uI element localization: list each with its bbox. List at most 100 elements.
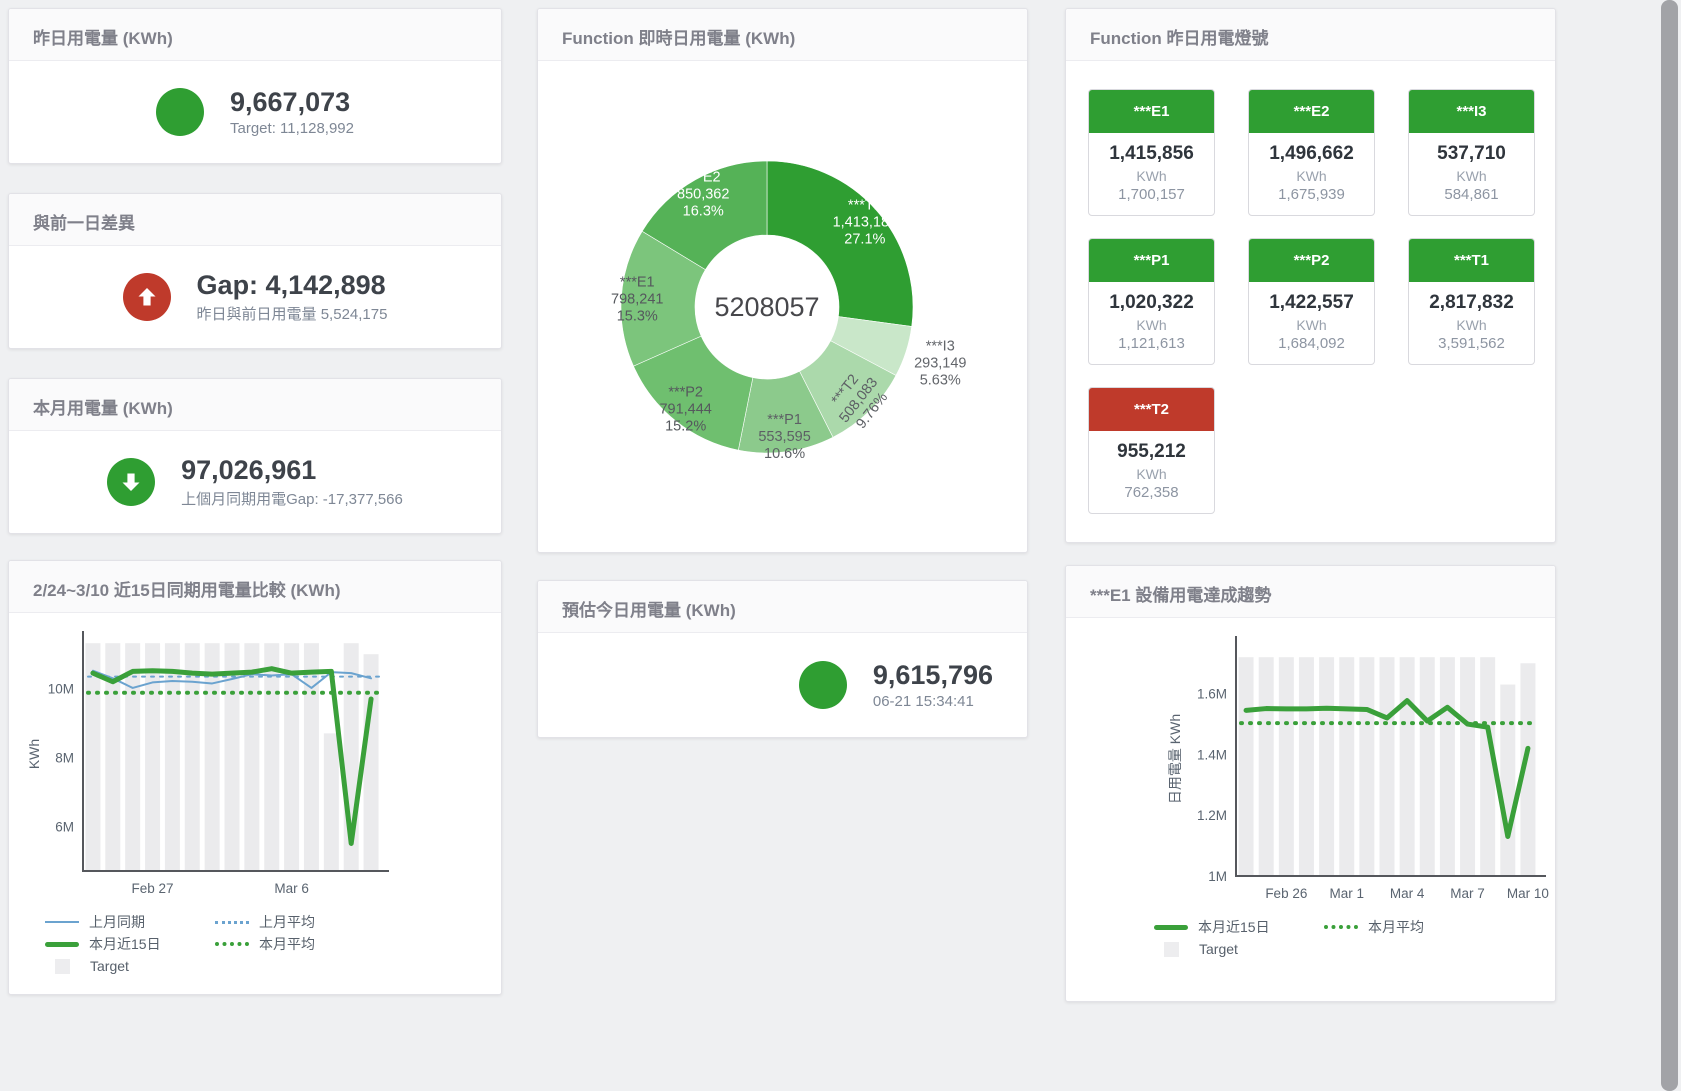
tile-unit: KWh <box>1409 317 1534 333</box>
svg-text:1M: 1M <box>1208 869 1227 884</box>
card-15day-comparison: 2/24~3/10 近15日同期用電量比較 (KWh) 6M 8M 10M Feb 2… <box>8 560 502 995</box>
card-realtime-donut: Function 即時日用電量 (KWh) ***T11,413,18327.1… <box>537 8 1028 553</box>
line-green-thick-swatch <box>1154 925 1188 930</box>
legend-item[interactable]: Target <box>45 955 215 977</box>
legend-item[interactable]: Target <box>1154 938 1324 960</box>
card-yesterday-usage: 昨日用電量 (KWh) 9,667,073 Target: 11,128,992 <box>8 8 502 164</box>
tile-target: 1,684,092 <box>1249 335 1374 352</box>
card-title: 2/24~3/10 近15日同期用電量比較 (KWh) <box>9 561 501 613</box>
status-tile-T1[interactable]: ***T1 2,817,832 KWh 3,591,562 <box>1408 238 1535 365</box>
status-tile-E2[interactable]: ***E21,496,662KWh1,675,939 <box>1248 89 1375 216</box>
donut-chart[interactable]: ***T11,413,18327.1%***I3293,1495.63%***T… <box>548 95 1018 515</box>
card-title: ***E1 設備用電達成趨勢 <box>1066 566 1555 618</box>
status-tile-P1[interactable]: ***P1 1,020,322 KWh 1,121,613 <box>1088 238 1215 365</box>
square-gray-swatch <box>55 959 70 974</box>
tile-value: 1,415,856 <box>1089 143 1214 165</box>
tile-target: 1,675,939 <box>1249 186 1374 203</box>
green-status-circle-icon <box>799 661 847 709</box>
month-usage-value: 97,026,961 <box>181 455 403 486</box>
card-month-usage: 本月用電量 (KWh) 97,026,961 上個月同期用電Gap: -17,3… <box>8 378 502 534</box>
tile-unit: KWh <box>1409 168 1534 184</box>
tile-value: 955,212 <box>1089 441 1214 463</box>
svg-text:Feb 26: Feb 26 <box>1265 886 1307 901</box>
comparison-chart[interactable]: 6M 8M 10M Feb 27 Mar 6 KWh <box>13 621 493 907</box>
lights-grid: ***E11,415,856KWh1,700,157***E21,496,662… <box>1066 61 1555 542</box>
tile-header: ***E1 <box>1089 90 1214 133</box>
card-yesterday-lights: Function 昨日用電燈號 ***E1 1,415,856 KWh 1,700,1… <box>1065 8 1556 543</box>
tile-unit: KWh <box>1249 168 1374 184</box>
legend-item[interactable]: 本月平均 <box>1324 916 1494 938</box>
line-green-dotted-swatch <box>215 942 249 946</box>
card-title: Function 昨日用電燈號 <box>1066 9 1555 61</box>
legend-label: 本月近15日 <box>1198 917 1270 937</box>
tile-header: ***P1 <box>1089 239 1214 282</box>
gap-value: Gap: 4,142,898 <box>197 270 388 301</box>
tile-unit: KWh <box>1089 466 1214 482</box>
up-arrow-icon <box>123 273 171 321</box>
line-green-dotted-swatch <box>1324 925 1358 929</box>
trend-legend: 本月近15日 本月平均 Target <box>1154 916 1524 960</box>
donut-label: ***I3293,1495.63% <box>914 339 966 389</box>
tile-header: ***T1 <box>1409 239 1534 282</box>
tile-header: ***E2 <box>1249 90 1374 133</box>
tile-target: 762,358 <box>1089 484 1214 501</box>
tile-value: 1,422,557 <box>1249 292 1374 314</box>
svg-text:Mar 1: Mar 1 <box>1329 886 1364 901</box>
card-title: 預估今日用電量 (KWh) <box>538 581 1027 633</box>
card-title: Function 即時日用電量 (KWh) <box>538 9 1027 61</box>
legend-item[interactable]: 本月近15日 <box>1154 916 1324 938</box>
scrollbar[interactable] <box>1661 0 1678 1091</box>
line-blue-dotted-swatch <box>215 921 249 924</box>
tile-header: ***T2 <box>1089 388 1214 431</box>
tile-header: ***I3 <box>1409 90 1534 133</box>
svg-text:1.6M: 1.6M <box>1197 687 1227 702</box>
legend-item[interactable]: 本月近15日 <box>45 933 215 955</box>
donut-center-total: 5208057 <box>714 292 819 322</box>
status-tile-I3[interactable]: ***I3537,710KWh584,861 <box>1408 89 1535 216</box>
tile-value: 1,020,322 <box>1089 292 1214 314</box>
svg-text:Feb 27: Feb 27 <box>132 881 174 896</box>
card-title: 本月用電量 (KWh) <box>9 379 501 431</box>
svg-text:Mar 10: Mar 10 <box>1507 886 1549 901</box>
green-status-circle-icon <box>156 88 204 136</box>
yesterday-usage-value: 9,667,073 <box>230 87 354 118</box>
svg-text:10M: 10M <box>48 682 74 697</box>
card-gap-previous-day: 與前一日差異 Gap: 4,142,898 昨日與前日用電量 5,524,175 <box>8 193 502 349</box>
estimate-timestamp: 06-21 15:34:41 <box>873 693 993 710</box>
legend-label: 本月平均 <box>259 934 315 954</box>
comparison-legend: 上月同期 上月平均本月近15日 本月平均 Target <box>45 911 425 977</box>
legend-label: 本月近15日 <box>89 934 161 954</box>
tile-value: 2,817,832 <box>1409 292 1534 314</box>
svg-text:1.4M: 1.4M <box>1197 747 1227 762</box>
dashboard: 昨日用電量 (KWh) 9,667,073 Target: 11,128,992… <box>0 0 1681 1091</box>
svg-text:6M: 6M <box>55 819 74 834</box>
legend-label: 本月平均 <box>1368 917 1424 937</box>
tile-unit: KWh <box>1089 317 1214 333</box>
tile-value: 537,710 <box>1409 143 1534 165</box>
trend-chart[interactable]: 1M1.2M1.4M1.6MFeb 26Mar 1Mar 4Mar 7Mar 1… <box>1068 626 1553 912</box>
month-usage-gap: 上個月同期用電Gap: -17,377,566 <box>181 488 403 509</box>
svg-text:8M: 8M <box>55 750 74 765</box>
legend-item[interactable]: 上月同期 <box>45 911 215 933</box>
svg-text:Mar 7: Mar 7 <box>1450 886 1485 901</box>
svg-text:1.2M: 1.2M <box>1197 808 1227 823</box>
status-tile-P2[interactable]: ***P21,422,557KWh1,684,092 <box>1248 238 1375 365</box>
tile-target: 3,591,562 <box>1409 335 1534 352</box>
gap-subtitle: 昨日與前日用電量 5,524,175 <box>197 303 388 324</box>
yesterday-usage-target: Target: 11,128,992 <box>230 120 354 137</box>
line-blue-solid-swatch <box>45 921 79 923</box>
card-estimate-today: 預估今日用電量 (KWh) 9,615,796 06-21 15:34:41 <box>537 580 1028 738</box>
status-tile-E1[interactable]: ***E11,415,856KWh1,700,157 <box>1088 89 1215 216</box>
legend-label: 上月平均 <box>259 912 315 932</box>
tile-target: 1,121,613 <box>1089 335 1214 352</box>
line-green-thick-swatch <box>45 942 79 947</box>
legend-item[interactable]: 上月平均 <box>215 911 385 933</box>
square-gray-swatch <box>1164 942 1179 957</box>
tile-target: 1,700,157 <box>1089 186 1214 203</box>
svg-text:Mar 6: Mar 6 <box>274 881 309 896</box>
down-arrow-icon <box>107 458 155 506</box>
legend-label: Target <box>90 958 129 974</box>
status-tile-T2[interactable]: ***T2 955,212 KWh 762,358 <box>1088 387 1215 514</box>
svg-text:KWh: KWh <box>26 739 42 769</box>
legend-item[interactable]: 本月平均 <box>215 933 385 955</box>
